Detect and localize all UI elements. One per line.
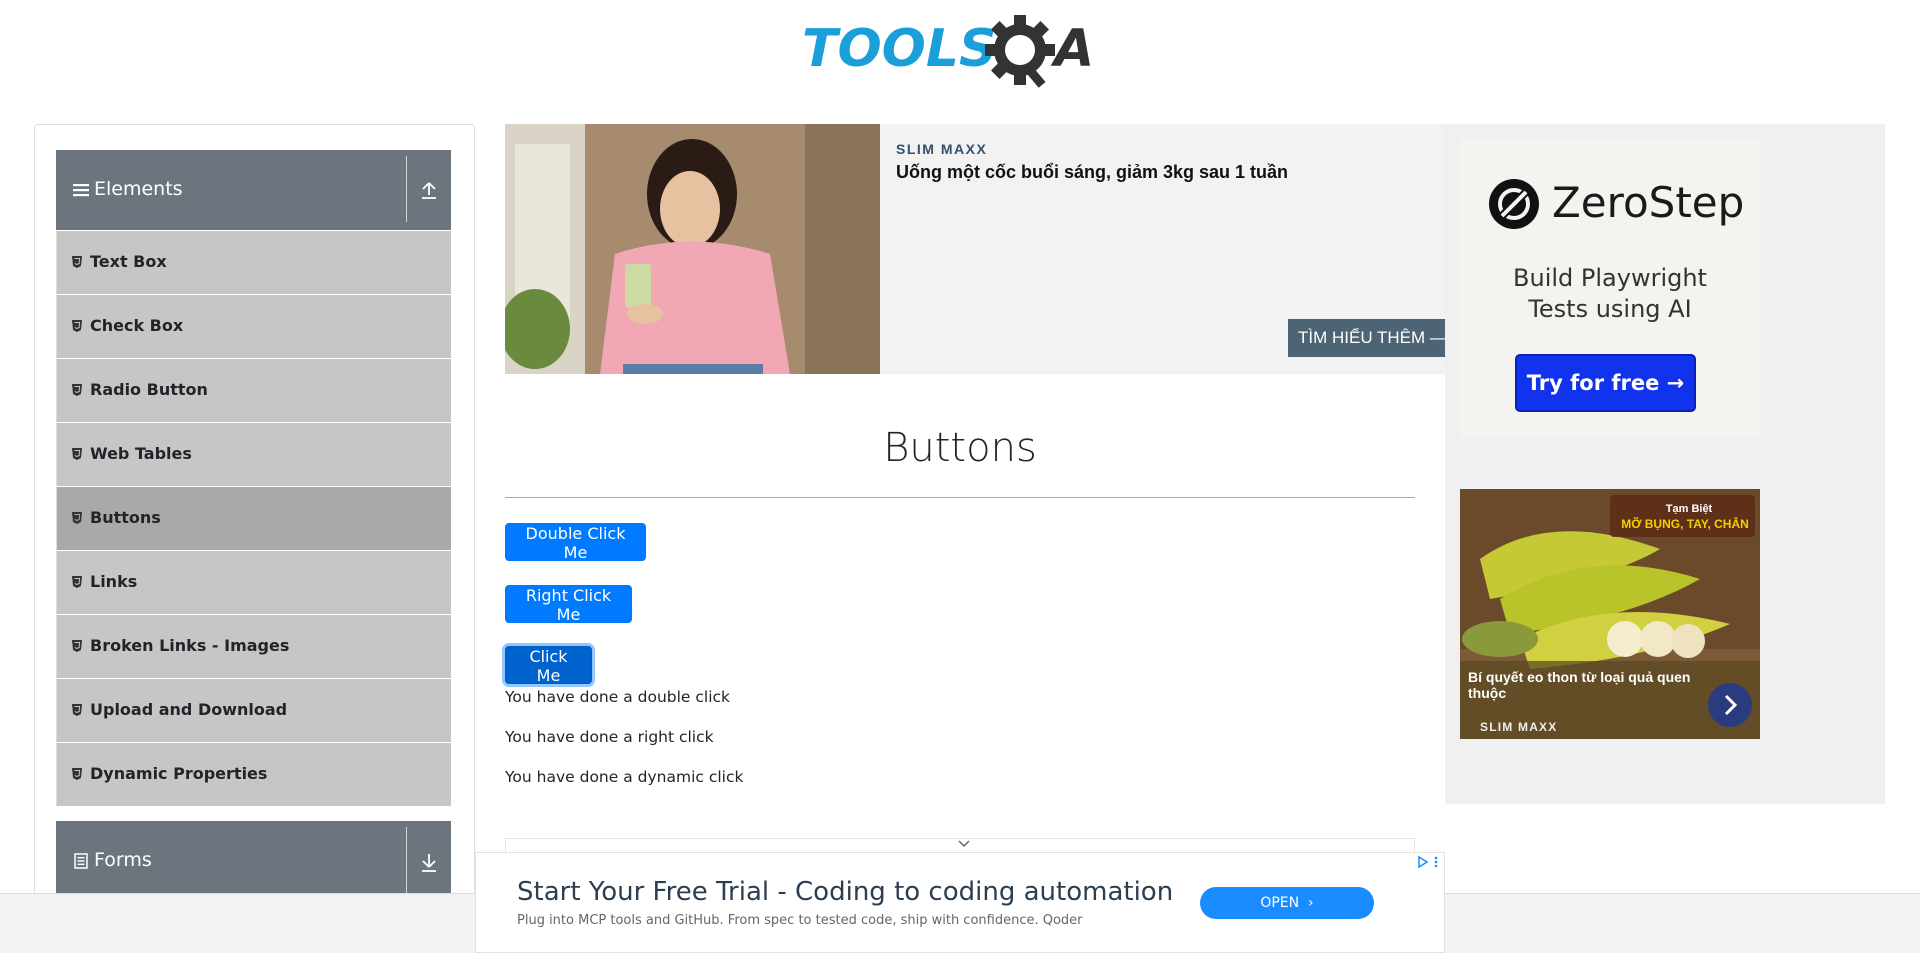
top-advertisement[interactable]: SLIM MAXX Uống một cốc buổi sáng, giảm 3… <box>505 124 1445 374</box>
ad-photo-woman-drinking <box>505 124 880 374</box>
html5-icon <box>72 384 82 396</box>
html5-icon <box>72 768 82 780</box>
sidebar-item-label: Web Tables <box>90 444 192 463</box>
sidebar-item-label: Links <box>90 572 138 591</box>
open-label: OPEN <box>1260 895 1300 911</box>
html5-icon <box>72 512 82 524</box>
divider <box>406 827 407 893</box>
zerostep-ad[interactable]: ZeroStep Build Playwright Tests using AI… <box>1460 138 1760 438</box>
chevron-right-icon <box>1724 694 1738 716</box>
sidebar-item-radio-button[interactable]: Radio Button <box>56 358 451 422</box>
ad-learn-more-button[interactable]: TÌM HIỂU THÊM — <box>1288 319 1445 357</box>
hamburger-icon <box>73 184 89 197</box>
sidebar-item-label: Dynamic Properties <box>90 764 268 783</box>
sidebar-item-upload-download[interactable]: Upload and Download <box>56 678 451 742</box>
right-click-message: You have done a right click <box>505 728 714 746</box>
sidebar: Elements Text Box Check Box Radio Button… <box>34 124 475 953</box>
zerostep-tagline: Build Playwright Tests using AI <box>1460 263 1760 325</box>
form-icon <box>74 853 88 869</box>
group-label-elements: Elements <box>94 178 183 200</box>
sidebar-item-label: Text Box <box>90 252 167 271</box>
sidebar-item-buttons[interactable]: Buttons <box>56 486 451 550</box>
right-advertisement-column: ZeroStep Build Playwright Tests using AI… <box>1445 124 1885 804</box>
sidebar-item-label: Broken Links - Images <box>90 636 290 655</box>
bottom-ad-description: Plug into MCP tools and GitHub. From spe… <box>517 913 1083 928</box>
banana-tag-line: Tạm Biệt <box>1665 503 1713 515</box>
html5-icon <box>72 640 82 652</box>
toolsqa-logo[interactable]: TOOLS A <box>800 14 1125 90</box>
zerostep-brand: ZeroStep <box>1552 178 1745 227</box>
sidebar-item-links[interactable]: Links <box>56 550 451 614</box>
sidebar-item-label: Check Box <box>90 316 184 335</box>
sidebar-item-text-box[interactable]: Text Box <box>56 230 451 294</box>
html5-icon <box>72 320 82 332</box>
bottom-ad-title[interactable]: Start Your Free Trial - Coding to coding… <box>517 877 1173 907</box>
right-click-button[interactable]: Right Click Me <box>505 585 632 624</box>
group-header-forms[interactable]: Forms <box>56 821 451 901</box>
logo-text-a: A <box>1050 19 1094 79</box>
sidebar-item-label: Radio Button <box>90 380 208 399</box>
page-title: Buttons <box>883 425 1037 471</box>
adchoices-icon[interactable] <box>1416 855 1442 869</box>
banana-brand: SLIM MAXX <box>1480 720 1558 734</box>
sidebar-item-broken-links[interactable]: Broken Links - Images <box>56 614 451 678</box>
double-click-button[interactable]: Double Click Me <box>505 523 646 562</box>
ad-brand: SLIM MAXX <box>896 141 988 157</box>
sidebar-item-label: Buttons <box>90 508 161 527</box>
collapse-up-icon[interactable] <box>419 179 439 201</box>
open-button[interactable]: OPEN › <box>1200 887 1374 919</box>
html5-icon <box>72 576 82 588</box>
logo-text-tools: TOOLS <box>802 19 996 79</box>
divider <box>505 497 1415 498</box>
dynamic-click-button[interactable]: Click Me <box>505 646 592 685</box>
html5-icon <box>72 448 82 460</box>
banana-ad[interactable]: Tạm Biệt MỠ BỤNG, TAY, CHÂN Bí quyết eo … <box>1460 489 1760 739</box>
next-arrow-button[interactable] <box>1708 683 1752 727</box>
html5-icon <box>72 256 82 268</box>
tagline-line: Build Playwright <box>1513 264 1707 292</box>
divider <box>406 156 407 222</box>
group-label-forms: Forms <box>94 849 152 871</box>
double-click-message: You have done a double click <box>505 688 731 706</box>
zerostep-logo-icon <box>1489 179 1539 229</box>
dynamic-click-message: You have done a dynamic click <box>505 768 744 786</box>
elements-menu: Text Box Check Box Radio Button Web Tabl… <box>56 230 451 806</box>
sidebar-item-web-tables[interactable]: Web Tables <box>56 422 451 486</box>
group-header-elements[interactable]: Elements <box>56 150 451 230</box>
sidebar-item-label: Upload and Download <box>90 700 288 719</box>
bottom-advertisement[interactable]: Start Your Free Trial - Coding to coding… <box>475 852 1445 953</box>
banana-tag-line: MỠ BỤNG, TAY, CHÂN <box>1621 517 1749 531</box>
sidebar-item-check-box[interactable]: Check Box <box>56 294 451 358</box>
chevron-down-icon[interactable] <box>957 839 971 849</box>
expand-down-icon[interactable] <box>419 851 439 873</box>
sidebar-item-dynamic-properties[interactable]: Dynamic Properties <box>56 742 451 806</box>
tagline-line: Tests using AI <box>1528 295 1692 323</box>
html5-icon <box>72 704 82 716</box>
banana-caption[interactable]: Bí quyết eo thon từ loại quả quen thuộc <box>1468 669 1703 701</box>
ad-headline[interactable]: Uống một cốc buổi sáng, giảm 3kg sau 1 t… <box>896 162 1288 183</box>
chevron-right-icon: › <box>1303 895 1314 911</box>
try-for-free-button[interactable]: Try for free → <box>1515 354 1696 412</box>
